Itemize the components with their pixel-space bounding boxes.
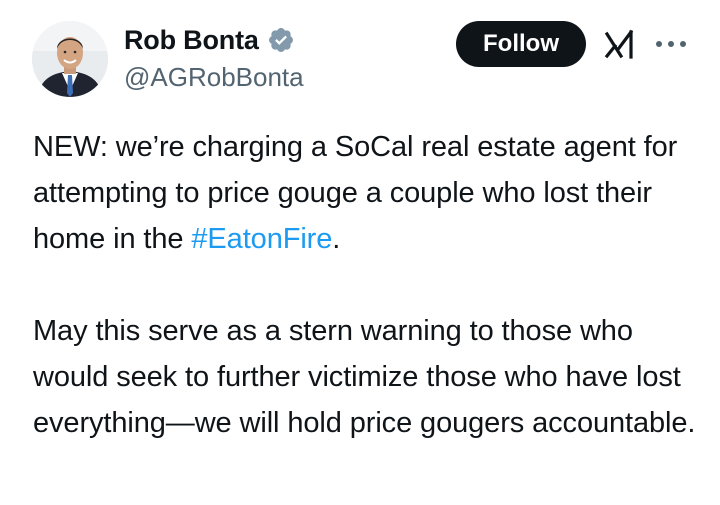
verified-badge-icon[interactable]	[267, 26, 295, 54]
name-row: Rob Bonta	[124, 22, 304, 58]
tweet-paragraph-2: May this serve as a stern warning to tho…	[33, 315, 696, 439]
tweet-text-part: .	[332, 223, 341, 255]
user-handle[interactable]: @AGRobBonta	[124, 62, 304, 93]
avatar-image	[32, 21, 108, 97]
avatar[interactable]	[32, 21, 108, 97]
author-info: Rob Bonta @AGRobBonta	[124, 22, 304, 93]
grok-icon[interactable]	[604, 28, 636, 60]
tweet-card: Rob Bonta @AGRobBonta Follow NEW: we’re	[0, 0, 720, 505]
hashtag-link[interactable]: #EatonFire	[191, 223, 332, 255]
tweet-text-part: NEW: we’re charging a SoCal real estate …	[33, 131, 678, 255]
tweet-text: NEW: we’re charging a SoCal real estate …	[33, 124, 703, 446]
follow-button[interactable]: Follow	[456, 21, 586, 67]
tweet-paragraph-1: NEW: we’re charging a SoCal real estate …	[33, 124, 703, 262]
display-name[interactable]: Rob Bonta	[124, 25, 259, 56]
more-icon[interactable]	[654, 36, 688, 52]
